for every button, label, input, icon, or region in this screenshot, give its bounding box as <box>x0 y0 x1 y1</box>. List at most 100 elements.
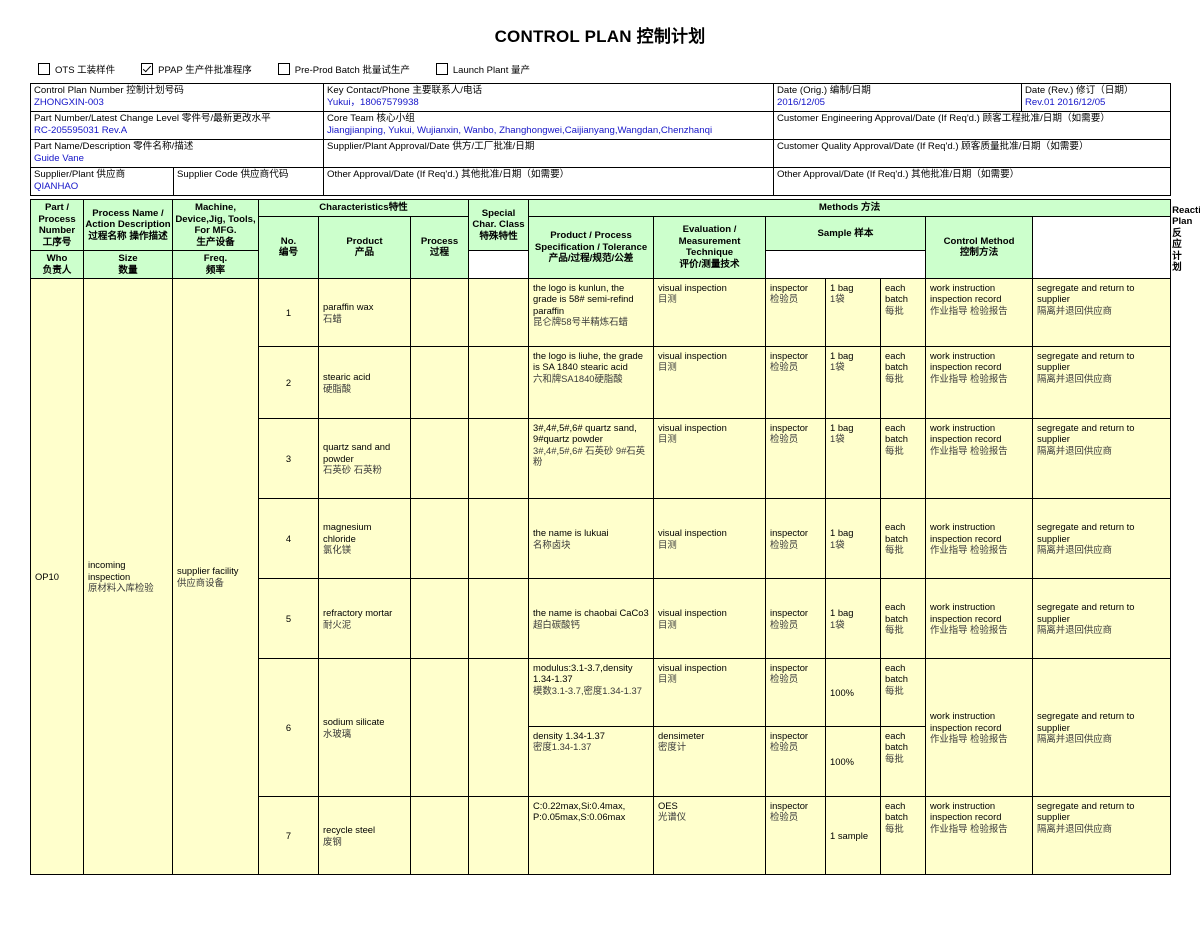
cell-evaluation[interactable]: visual inspection 目测 <box>653 346 767 419</box>
cell-freq[interactable]: each batch 每批 <box>880 726 927 797</box>
cell-control-method[interactable]: work instruction inspection record 作业指导 … <box>925 796 1034 875</box>
cell-size[interactable]: 1 bag 1袋 <box>825 578 882 659</box>
cell-reaction-plan[interactable]: segregate and return to supplier 隔离并退回供应… <box>1032 278 1172 347</box>
cell-no[interactable]: 7 <box>258 796 319 875</box>
cell-special-char[interactable] <box>468 418 530 499</box>
cell-size[interactable]: 100% <box>825 726 882 797</box>
cell-customer-engineering-approval[interactable]: Customer Engineering Approval/Date (If R… <box>773 111 1171 140</box>
checkbox-icon-ppap-checked[interactable] <box>141 63 154 75</box>
cell-control-method[interactable]: work instruction inspection record 作业指导 … <box>925 658 1034 797</box>
cell-process-characteristic[interactable] <box>409 418 470 499</box>
cell-process-characteristic[interactable] <box>409 498 470 579</box>
cell-who[interactable]: inspector 检验员 <box>765 578 827 659</box>
cell-who[interactable]: inspector 检验员 <box>765 278 827 347</box>
cell-process-characteristic[interactable] <box>409 796 470 875</box>
cell-reaction-plan[interactable]: segregate and return to supplier 隔离并退回供应… <box>1032 658 1172 797</box>
cell-control-method[interactable]: work instruction inspection record 作业指导 … <box>925 578 1034 659</box>
phase-checkbox-ots[interactable]: OTS 工装样件 <box>38 62 115 76</box>
cell-core-team[interactable]: Core Team 核心小组 Jiangjianping, Yukui, Wuj… <box>323 111 774 140</box>
checkbox-icon-ots[interactable] <box>38 63 50 75</box>
phase-checkbox-preprod[interactable]: Pre-Prod Batch 批量试生产 <box>277 62 410 76</box>
cell-process-characteristic[interactable] <box>409 278 470 347</box>
cell-no[interactable]: 4 <box>258 498 319 579</box>
cell-no[interactable]: 2 <box>258 346 319 419</box>
cell-freq[interactable]: each batch 每批 <box>880 658 927 727</box>
cell-supplier-code[interactable]: Supplier Code 供应商代码 <box>173 167 324 196</box>
cell-size[interactable]: 1 bag 1袋 <box>825 278 882 347</box>
cell-spec[interactable]: density 1.34-1.37 密度1.34-1.37 <box>528 726 655 797</box>
cell-product[interactable]: stearic acid 硬脂酸 <box>318 346 411 419</box>
cell-no[interactable]: 1 <box>258 278 319 347</box>
cell-product[interactable]: paraffin wax 石蜡 <box>318 278 411 347</box>
cell-process-characteristic[interactable] <box>409 578 470 659</box>
cell-size[interactable]: 1 sample <box>825 796 882 875</box>
cell-who[interactable]: inspector 检验员 <box>765 796 827 875</box>
cell-supplier-plant[interactable]: Supplier/Plant 供应商 QIANHAO <box>30 167 174 196</box>
cell-product[interactable]: quartz sand and powder 石英砂 石英粉 <box>318 418 411 499</box>
cell-control-method[interactable]: work instruction inspection record 作业指导 … <box>925 278 1034 347</box>
cell-date-rev[interactable]: Date (Rev.) 修订（日期） Rev.01 2016/12/05 <box>1021 83 1171 112</box>
cell-who[interactable]: inspector 检验员 <box>765 346 827 419</box>
cell-product[interactable]: sodium silicate 水玻璃 <box>318 658 411 797</box>
cell-special-char[interactable] <box>468 346 530 419</box>
cell-no[interactable]: 5 <box>258 578 319 659</box>
cell-freq[interactable]: each batch 每批 <box>880 346 927 419</box>
cell-no[interactable]: 6 <box>258 658 319 797</box>
cell-who[interactable]: inspector 检验员 <box>765 418 827 499</box>
cell-evaluation[interactable]: visual inspection 目测 <box>653 418 767 499</box>
cell-evaluation[interactable]: visual inspection 目测 <box>653 658 767 727</box>
cell-evaluation[interactable]: visual inspection 目测 <box>653 498 767 579</box>
cell-supplier-plant-approval[interactable]: Supplier/Plant Approval/Date 供方/工厂批准/日期 <box>323 139 774 168</box>
cell-size[interactable]: 1 bag 1袋 <box>825 346 882 419</box>
cell-control-method[interactable]: work instruction inspection record 作业指导 … <box>925 418 1034 499</box>
cell-freq[interactable]: each batch 每批 <box>880 578 927 659</box>
cell-who[interactable]: inspector 检验员 <box>765 498 827 579</box>
cell-process-characteristic[interactable] <box>409 346 470 419</box>
cell-freq[interactable]: each batch 每批 <box>880 796 927 875</box>
phase-checkbox-ppap[interactable]: PPAP 生产件批准程序 <box>141 62 252 76</box>
cell-size[interactable]: 1 bag 1袋 <box>825 418 882 499</box>
cell-control-method[interactable]: work instruction inspection record 作业指导 … <box>925 498 1034 579</box>
cell-control-method[interactable]: work instruction inspection record 作业指导 … <box>925 346 1034 419</box>
cell-product[interactable]: recycle steel 废钢 <box>318 796 411 875</box>
cell-spec[interactable]: 3#,4#,5#,6# quartz sand, 9#quartz powder… <box>528 418 655 499</box>
cell-special-char[interactable] <box>468 498 530 579</box>
cell-who[interactable]: inspector 检验员 <box>765 658 827 727</box>
checkbox-icon-preprod[interactable] <box>277 63 290 75</box>
cell-spec[interactable]: C:0.22max,Si:0.4max, P:0.05max,S:0.06max <box>528 796 655 875</box>
cell-spec[interactable]: modulus:3.1-3.7,density 1.34-1.37 模数3.1-… <box>528 658 655 727</box>
cell-freq[interactable]: each batch 每批 <box>880 278 927 347</box>
cell-product[interactable]: refractory mortar 耐火泥 <box>318 578 411 659</box>
cell-special-char[interactable] <box>468 658 530 797</box>
cell-date-orig[interactable]: Date (Orig.) 编制/日期 2016/12/05 <box>773 83 1022 112</box>
cell-customer-quality-approval[interactable]: Customer Quality Approval/Date (If Req'd… <box>773 139 1171 168</box>
cell-spec[interactable]: the name is chaobai CaCo3 超白碳酸钙 <box>528 578 655 659</box>
cell-control-plan-number[interactable]: Control Plan Number 控制计划号码 ZHONGXIN-003 <box>30 83 324 112</box>
cell-reaction-plan[interactable]: segregate and return to supplier 隔离并退回供应… <box>1032 796 1172 875</box>
cell-other-approval-1[interactable]: Other Approval/Date (If Req'd.) 其他批准/日期（… <box>323 167 774 196</box>
cell-special-char[interactable] <box>468 796 530 875</box>
cell-evaluation[interactable]: visual inspection 目测 <box>653 278 767 347</box>
cell-size[interactable]: 1 bag 1袋 <box>825 498 882 579</box>
cell-spec[interactable]: the name is lukuai 名称卤块 <box>528 498 655 579</box>
cell-spec[interactable]: the logo is kunlun, the grade is 58# sem… <box>528 278 655 347</box>
checkbox-icon-launch[interactable] <box>435 63 448 75</box>
cell-other-approval-2[interactable]: Other Approval/Date (If Req'd.) 其他批准/日期（… <box>773 167 1171 196</box>
cell-reaction-plan[interactable]: segregate and return to supplier 隔离并退回供应… <box>1032 346 1172 419</box>
cell-process-name[interactable]: incoming inspection 原材料入库检验 <box>83 278 173 875</box>
cell-reaction-plan[interactable]: segregate and return to supplier 隔离并退回供应… <box>1032 578 1172 659</box>
cell-process-number[interactable]: OP10 <box>30 278 84 875</box>
cell-product[interactable]: magnesium chloride 氯化镁 <box>318 498 411 579</box>
cell-spec[interactable]: the logo is liuhe, the grade is SA 1840 … <box>528 346 655 419</box>
table-row[interactable]: OP10 incoming inspection 原材料入库检验 supplie… <box>30 278 1172 875</box>
cell-process-characteristic[interactable] <box>409 658 470 797</box>
cell-evaluation[interactable]: visual inspection 目测 <box>653 578 767 659</box>
cell-machine[interactable]: supplier facility 供应商设备 <box>172 278 259 875</box>
cell-evaluation[interactable]: densimeter 密度计 <box>653 726 767 797</box>
cell-part-number[interactable]: Part Number/Latest Change Level 零件号/最新更改… <box>30 111 324 140</box>
cell-no[interactable]: 3 <box>258 418 319 499</box>
cell-part-name[interactable]: Part Name/Description 零件名称/描述 Guide Vane <box>30 139 324 168</box>
cell-special-char[interactable] <box>468 578 530 659</box>
cell-special-char[interactable] <box>468 278 530 347</box>
cell-reaction-plan[interactable]: segregate and return to supplier 隔离并退回供应… <box>1032 498 1172 579</box>
